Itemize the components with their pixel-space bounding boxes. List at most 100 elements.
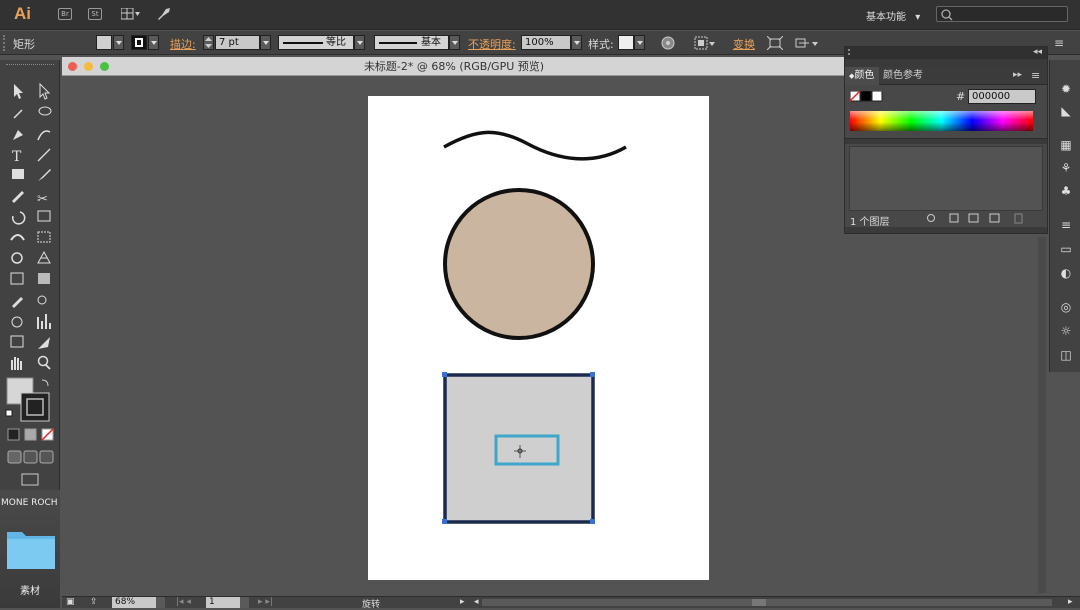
scroll-right-arrow[interactable]: ▸ [1068, 597, 1073, 607]
draw-behind-icon [23, 450, 38, 464]
opacity-input[interactable]: 100% [521, 35, 571, 50]
layout-grid-icon [120, 7, 140, 20]
hand-tool-icon [11, 357, 22, 370]
new-sublayer-icon [968, 213, 979, 223]
hex-symbol: # [956, 90, 966, 103]
stroke-icon[interactable]: ≡ [1058, 218, 1074, 232]
transform-panel-link[interactable]: 变换 [733, 36, 755, 52]
gradient-icon[interactable]: ▭ [1058, 242, 1074, 256]
panel-header-bar[interactable]: ◂◂ [845, 47, 1047, 59]
variable-width-profile[interactable]: 等比 [278, 35, 354, 50]
artboard[interactable] [368, 96, 709, 580]
align-options-button[interactable] [694, 36, 716, 50]
zoom-window-button[interactable] [100, 62, 109, 71]
bridge-button[interactable]: Br [58, 8, 72, 20]
stock-button[interactable]: St [88, 8, 102, 20]
close-window-button[interactable] [68, 62, 77, 71]
eyedropper-tool-icon [12, 297, 23, 308]
horizontal-scrollbar[interactable] [482, 599, 1052, 606]
graphic-style-dropdown[interactable] [634, 35, 645, 50]
zoom-dropdown[interactable] [156, 597, 165, 608]
document-setup-button[interactable] [795, 36, 819, 50]
recolor-artwork-button[interactable] [660, 36, 676, 50]
free-transform-tool-icon [37, 231, 51, 243]
transparency-icon[interactable]: ◐ [1058, 266, 1074, 280]
folder-label[interactable]: 素材 [20, 582, 40, 597]
status-menu-arrow[interactable]: ▸ [460, 597, 465, 607]
artwork-canvas[interactable] [368, 96, 709, 580]
tools-panel: T ✂ [0, 60, 60, 490]
chevron-down-icon: ▾ [915, 12, 921, 23]
share-icon[interactable]: ⇪ [90, 597, 98, 607]
make-clipping-mask-icon [949, 213, 959, 223]
layers-actions [927, 213, 1023, 224]
stroke-swatch[interactable] [131, 35, 147, 50]
fill-dropdown[interactable] [113, 35, 124, 50]
color-spectrum[interactable] [850, 111, 1033, 131]
isolate-object-button[interactable] [766, 35, 784, 51]
artboard-nav-icon[interactable]: ▣ [66, 597, 75, 607]
screen-mode-icon [21, 473, 39, 486]
gpu-performance-button[interactable] [156, 7, 172, 21]
graphic-style-swatch[interactable] [618, 35, 634, 50]
tab-color[interactable]: ◆颜色 [845, 67, 879, 85]
appearance-icon[interactable]: ◎ [1058, 300, 1074, 314]
control-bar-menu-icon[interactable]: ≡ [1054, 36, 1070, 50]
help-search-input[interactable] [936, 6, 1068, 22]
swap-fill-stroke-icon [41, 379, 49, 387]
artboard-dropdown[interactable] [240, 597, 249, 608]
brush-dropdown[interactable] [449, 35, 460, 50]
color-guide-icon[interactable]: ◣ [1058, 104, 1074, 118]
panel-expand-icon[interactable]: ▸▸ [1013, 70, 1022, 80]
vertical-scrollbar[interactable] [1038, 237, 1046, 593]
zoom-input[interactable]: 68% [112, 597, 156, 608]
black-swatch [860, 91, 872, 102]
color-mode-icon [7, 428, 20, 441]
profile-dropdown[interactable] [354, 35, 365, 50]
workspace-switcher[interactable]: 基本功能 ▾ [866, 8, 920, 23]
hex-input[interactable]: 000000 [968, 89, 1036, 104]
align-grid-icon [694, 36, 715, 50]
new-layer-icon [989, 213, 1000, 223]
tools-icons: T ✂ [5, 82, 54, 486]
document-title-bar: 未标题-2* @ 68% (RGB/GPU 预览) [62, 57, 846, 76]
opacity-panel-link[interactable]: 不透明度: [468, 36, 516, 52]
stroke-weight-stepper[interactable] [203, 35, 214, 50]
scissors-tool-icon: ✂ [37, 192, 48, 207]
collapse-panel-icon[interactable]: ◂◂ [1033, 47, 1042, 57]
symbols-icon[interactable]: ♣ [1058, 184, 1074, 198]
stroke-weight-dropdown[interactable] [260, 35, 271, 50]
folder-icon[interactable] [6, 526, 56, 570]
layers-icon[interactable]: ◫ [1058, 348, 1074, 362]
tab-color-guide[interactable]: 颜色参考 [883, 67, 923, 85]
rectangle-tool-icon [12, 169, 24, 179]
layers-list[interactable] [849, 146, 1043, 211]
artboard-number-input[interactable]: 1 [206, 597, 240, 608]
panel-menu-icon[interactable]: ≡ [1031, 69, 1040, 82]
scroll-left-arrow[interactable]: ◂ [474, 597, 479, 607]
brushes-icon[interactable]: ⚘ [1058, 161, 1074, 175]
brush-definition[interactable]: 基本 [374, 35, 449, 50]
selection-tool-icon [14, 84, 23, 99]
next-artboard-button[interactable]: ▸ ▸| [258, 597, 273, 607]
pen-tool-icon [13, 130, 23, 140]
graphic-styles-icon[interactable]: ☼ [1058, 324, 1074, 338]
arrange-documents-button[interactable] [120, 7, 141, 20]
palette-icon[interactable]: ✹ [1058, 82, 1074, 96]
color-wheel-icon [661, 36, 675, 50]
control-bar-grip[interactable] [3, 35, 7, 51]
stroke-weight-input[interactable]: 7 pt [215, 35, 260, 50]
swatches-icon[interactable]: ▦ [1058, 138, 1074, 152]
first-artboard-button[interactable]: |◂ ◂ [176, 597, 191, 607]
artboard-tool-icon [10, 335, 24, 348]
fill-swatch[interactable] [96, 35, 112, 50]
opacity-dropdown[interactable] [571, 35, 582, 50]
stroke-dropdown[interactable] [148, 35, 159, 50]
document-title: 未标题-2* @ 68% (RGB/GPU 预览) [363, 60, 545, 73]
draw-inside-icon [39, 450, 54, 464]
panel-resize-handle[interactable] [845, 227, 1047, 233]
stroke-panel-link[interactable]: 描边: [170, 36, 196, 52]
minimize-window-button[interactable] [84, 62, 93, 71]
panel-divider[interactable] [845, 138, 1047, 144]
isolate-icon [766, 35, 784, 51]
